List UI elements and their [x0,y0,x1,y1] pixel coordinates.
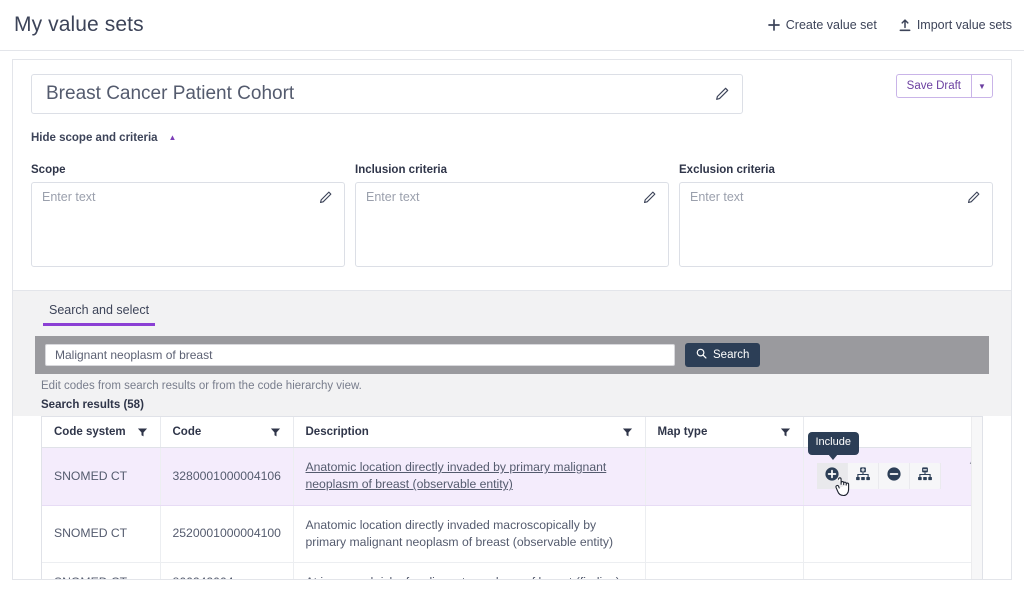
column-header-map-type[interactable]: Map type [645,417,804,448]
criteria-exclusion: Exclusion criteria Enter text [679,164,993,267]
hierarchy-minus-icon [917,466,933,487]
cell-description: At increased risk of malignant neoplasm … [293,562,646,579]
plus-icon [767,19,780,31]
search-results-count: Search results (58) [13,392,1011,416]
save-draft-group: Save Draft ▼ [895,74,993,98]
exclusion-textarea[interactable]: Enter text [679,182,993,267]
filter-icon[interactable] [780,427,791,438]
cell-row-actions: Include [803,432,982,506]
column-label: Description [305,426,369,438]
create-value-set-label: Create value set [785,18,877,32]
table-row[interactable]: SNOMED CT 3280001000004106 Anatomic loca… [42,432,982,506]
caret-up-icon: ▲ [168,133,177,142]
cell-code-system: SNOMED CT [42,505,161,564]
cell-map-type [645,562,804,579]
pencil-icon[interactable] [966,190,982,206]
criteria-inclusion: Inclusion criteria Enter text [355,164,669,267]
value-set-name-value: Breast Cancer Patient Cohort [46,83,295,104]
toggle-scope-criteria-button[interactable]: Hide scope and criteria ▲ [31,132,176,144]
column-header-code-system[interactable]: Code system [42,417,161,448]
search-results-table: Code system Code Description Map type SN… [41,416,983,579]
plus-circle-icon [824,466,840,487]
scope-textarea[interactable]: Enter text [31,182,345,267]
header-actions: Create value set Import value sets [767,18,1012,32]
edit-codes-hint: Edit codes from search results or from t… [13,374,1011,392]
filter-icon[interactable] [137,427,148,438]
cell-description: Anatomic location directly invaded by pr… [293,447,646,506]
tab-strip: Search and select [13,290,1011,326]
table-row[interactable]: SNOMED CT 866242004 At increased risk of… [42,562,982,579]
cell-map-type [645,505,804,564]
search-icon [696,348,707,362]
column-label: Map type [657,426,708,438]
scope-placeholder: Enter text [42,190,96,204]
pencil-icon[interactable] [318,190,334,206]
search-button[interactable]: Search [685,343,761,367]
minus-circle-icon [886,466,902,487]
cell-map-type [645,447,804,506]
upload-icon [899,18,911,32]
value-set-name-input[interactable]: Breast Cancer Patient Cohort [31,74,743,114]
cell-code: 3280001000004106 [160,447,294,506]
exclude-descendants-button[interactable] [910,463,941,490]
inclusion-textarea[interactable]: Enter text [355,182,669,267]
criteria-scope: Scope Enter text [31,164,345,267]
cell-code: 2520001000004100 [160,505,294,564]
search-band: Malignant neoplasm of breast Search [35,336,989,374]
cell-code: 866242004 [160,562,294,579]
pencil-icon[interactable] [714,86,730,102]
exclusion-placeholder: Enter text [690,190,744,204]
inclusion-placeholder: Enter text [366,190,420,204]
table-scrollbar[interactable] [971,417,982,579]
criteria-label: Exclusion criteria [679,164,775,176]
include-descendants-button[interactable] [848,463,879,490]
page-header: My value sets Create value set Import va… [0,0,1024,51]
filter-icon[interactable] [270,427,281,438]
cell-code-system: SNOMED CT [42,562,161,579]
title-row: Breast Cancer Patient Cohort Save Draft … [31,74,993,114]
value-set-card: Breast Cancer Patient Cohort Save Draft … [12,59,1012,580]
create-value-set-button[interactable]: Create value set [767,18,877,32]
toggle-scope-label: Hide scope and criteria [31,132,158,144]
pencil-icon[interactable] [642,190,658,206]
column-label: Code system [54,426,126,438]
table-row[interactable]: SNOMED CT 2520001000004100 Anatomic loca… [42,505,982,564]
criteria-row: Scope Enter text Inclusion criteria Ente… [13,164,1011,267]
search-input[interactable]: Malignant neoplasm of breast [45,344,675,366]
cell-row-actions [803,562,982,579]
column-label: Code [172,426,202,438]
include-button[interactable] [817,463,848,490]
page-title: My value sets [14,13,144,36]
tab-search-and-select[interactable]: Search and select [43,303,156,326]
search-button-label: Search [713,349,750,361]
card-top-section: Breast Cancer Patient Cohort Save Draft … [13,60,1011,144]
cell-row-actions [803,505,982,564]
exclude-button[interactable] [879,463,910,490]
search-area: Malignant neoplasm of breast Search [13,326,1011,374]
description-link[interactable]: Anatomic location directly invaded by pr… [306,460,607,491]
import-value-sets-button[interactable]: Import value sets [899,18,1012,32]
cell-code-system: SNOMED CT [42,447,161,506]
import-value-sets-label: Import value sets [916,18,1012,32]
criteria-label: Scope [31,164,66,176]
row-action-group [817,463,941,497]
cell-description: Anatomic location directly invaded macro… [293,505,646,564]
column-header-code[interactable]: Code [160,417,294,448]
save-draft-button[interactable]: Save Draft [895,74,971,98]
filter-icon[interactable] [622,427,633,438]
caret-down-icon[interactable]: ▼ [971,74,993,98]
column-header-description[interactable]: Description [293,417,646,448]
criteria-label: Inclusion criteria [355,164,448,176]
hierarchy-plus-icon [855,466,871,487]
tooltip-include: Include [807,432,859,460]
